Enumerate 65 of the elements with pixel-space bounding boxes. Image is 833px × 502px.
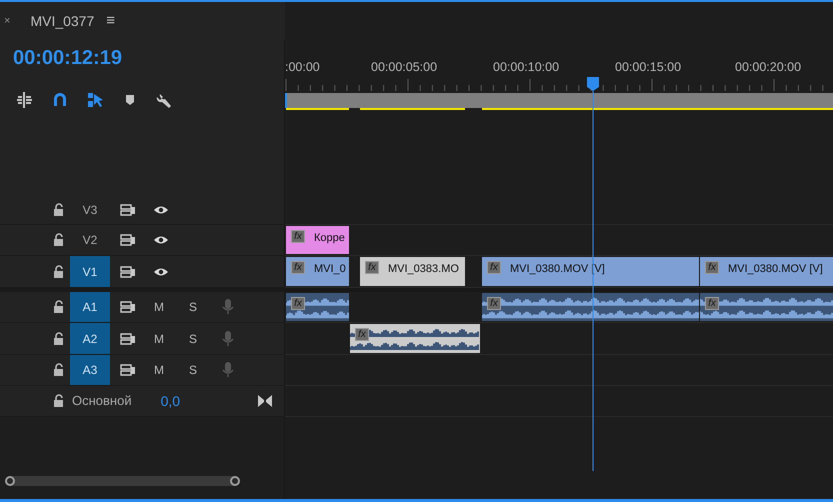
close-button[interactable]: × [4, 12, 10, 30]
mute-button[interactable]: M [154, 298, 164, 316]
sync-lock-icon[interactable] [120, 363, 136, 377]
fx-badge: fx [291, 230, 305, 243]
insert-icon[interactable] [16, 91, 34, 109]
scroll-handle[interactable] [5, 476, 15, 486]
scroll-handle[interactable] [230, 476, 240, 486]
video-clip[interactable]: fx MVI_0380.MOV [V] [700, 257, 833, 286]
fx-badge: fx [355, 328, 369, 341]
bowtie-icon[interactable] [258, 395, 272, 407]
lock-icon[interactable] [52, 332, 64, 346]
sync-lock-icon[interactable] [120, 264, 136, 278]
volume-value[interactable]: 0,0 [160, 390, 180, 412]
track-name: Основной [72, 392, 132, 410]
timecode: 00:00:12:19 [12, 46, 122, 71]
lock-icon[interactable] [52, 300, 64, 314]
video-clip[interactable]: fx Корре [286, 226, 349, 254]
wrench-icon[interactable] [156, 91, 174, 109]
lock-icon[interactable] [52, 363, 64, 377]
clip-label: MVI_0 [314, 262, 346, 277]
mute-button[interactable]: M [154, 361, 164, 379]
track-target[interactable]: A2 [70, 323, 110, 354]
sync-lock-icon[interactable] [120, 300, 136, 314]
track-target[interactable]: A1 [70, 292, 110, 322]
sync-lock-icon[interactable] [120, 202, 136, 216]
ruler-label: 00:00:20:00 [735, 59, 802, 76]
fx-badge: fx [365, 261, 379, 274]
magnet-icon[interactable] [51, 91, 69, 109]
lock-icon[interactable] [52, 394, 64, 408]
fx-badge: fx [705, 297, 719, 310]
clip-label: Корре [314, 231, 345, 246]
fx-badge: fx [705, 261, 719, 274]
track-target[interactable]: V1 [70, 256, 110, 287]
solo-button[interactable]: S [189, 361, 198, 379]
linked-selection-icon[interactable] [86, 91, 104, 109]
track-target[interactable]: V3 [70, 195, 110, 224]
horizontal-scrollbar[interactable] [5, 476, 240, 486]
fx-badge: fx [291, 297, 305, 310]
work-area-bar[interactable] [285, 93, 833, 110]
lock-icon[interactable] [52, 233, 64, 247]
fx-badge: fx [487, 297, 501, 310]
menu-icon[interactable]: ≡ [106, 10, 116, 32]
solo-button[interactable]: S [189, 330, 198, 348]
sync-lock-icon[interactable] [120, 332, 136, 346]
eye-icon[interactable] [153, 204, 169, 216]
eye-icon[interactable] [153, 266, 169, 278]
solo-button[interactable]: S [189, 298, 198, 316]
track-target[interactable]: A3 [70, 355, 110, 385]
ruler-label: :00:00 [285, 59, 320, 76]
ruler-label: 00:00:15:00 [615, 59, 682, 76]
video-clip[interactable]: fx MVI_0383.MO [360, 257, 465, 286]
mute-button[interactable]: M [154, 330, 164, 348]
track-target[interactable]: V2 [70, 225, 110, 255]
clip-label: MVI_0380.MOV [V] [728, 262, 823, 277]
ruler-label: 00:00:05:00 [371, 59, 438, 76]
lock-icon[interactable] [52, 264, 64, 278]
clip-label: MVI_0383.MO [388, 262, 459, 277]
ruler-label: 00:00:10:00 [493, 59, 560, 76]
sync-lock-icon[interactable] [120, 233, 136, 247]
video-clip[interactable]: fx MVI_0 [286, 257, 349, 286]
fx-badge: fx [487, 261, 501, 274]
lock-icon[interactable] [52, 202, 64, 216]
eye-icon[interactable] [153, 234, 169, 246]
fx-badge: fx [291, 261, 305, 274]
sequence-tab[interactable]: MVI_0377 [30, 10, 94, 32]
